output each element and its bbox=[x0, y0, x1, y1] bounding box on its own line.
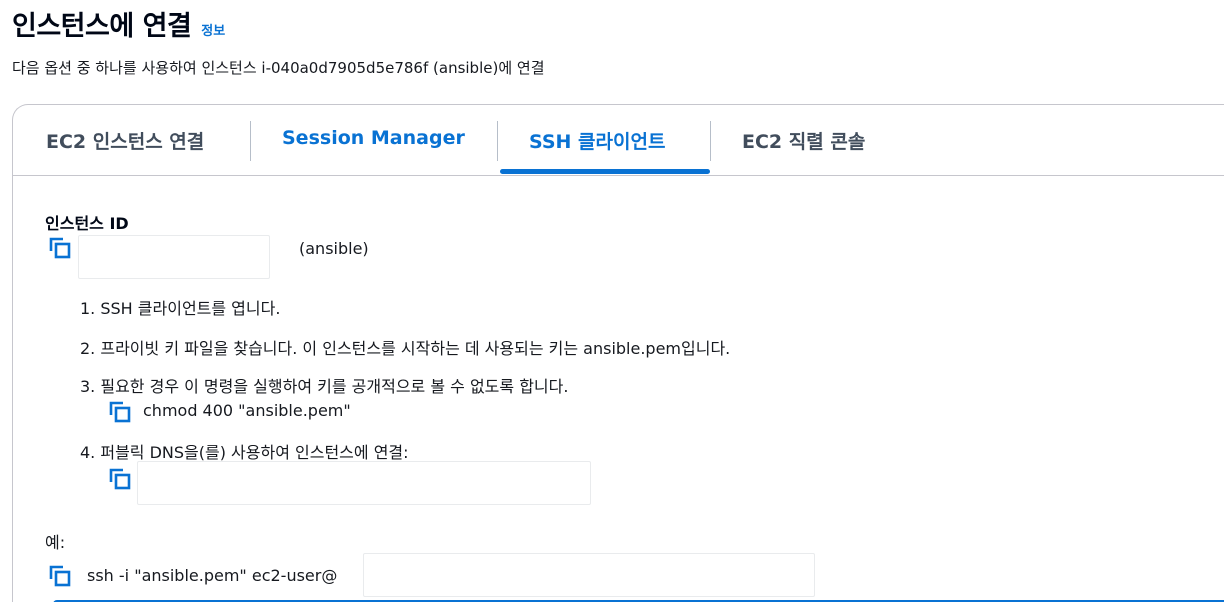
page-subtitle: 다음 옵션 중 하나를 사용하여 인스턴스 i-040a0d7905d5e786… bbox=[12, 59, 545, 77]
chmod-command: chmod 400 "ansible.pem" bbox=[143, 401, 351, 420]
page-title-row: 인스턴스에 연결 정보 bbox=[12, 4, 225, 43]
step-3: 3. 필요한 경우 이 명령을 실행하여 키를 공개적으로 볼 수 없도록 합니… bbox=[80, 377, 569, 396]
step-4: 4. 퍼블릭 DNS을(를) 사용하여 인스턴스에 연결: bbox=[80, 443, 409, 462]
step-2: 2. 프라이빗 키 파일을 찾습니다. 이 인스턴스를 시작하는 데 사용되는 … bbox=[80, 339, 731, 358]
instance-id-label: 인스턴스 ID bbox=[45, 214, 129, 233]
tab-bar: EC2 인스턴스 연결 Session Manager SSH 클라이언트 EC… bbox=[13, 105, 1224, 176]
tab-separator bbox=[497, 121, 498, 161]
public-dns-redacted bbox=[137, 461, 591, 505]
active-tab-indicator bbox=[500, 169, 710, 174]
tab-ec2-instance-connect[interactable]: EC2 인스턴스 연결 bbox=[46, 127, 204, 153]
example-ssh-command: ssh -i "ansible.pem" ec2-user@ bbox=[87, 566, 338, 585]
connect-instance-page: 인스턴스에 연결 정보 다음 옵션 중 하나를 사용하여 인스턴스 i-040a… bbox=[0, 0, 1224, 602]
tab-ec2-serial-console[interactable]: EC2 직렬 콘솔 bbox=[742, 127, 865, 153]
copy-icon[interactable] bbox=[49, 237, 71, 259]
instance-name-suffix: (ansible) bbox=[299, 239, 369, 258]
step-1: 1. SSH 클라이언트를 엽니다. bbox=[80, 299, 281, 318]
tab-separator bbox=[710, 121, 711, 161]
info-link[interactable]: 정보 bbox=[201, 20, 225, 39]
tab-ssh-client[interactable]: SSH 클라이언트 bbox=[529, 127, 665, 153]
copy-icon[interactable] bbox=[109, 468, 131, 490]
example-host-redacted bbox=[363, 553, 815, 597]
page-title: 인스턴스에 연결 bbox=[12, 11, 192, 42]
instance-id-value-redacted bbox=[78, 235, 270, 279]
tab-session-manager[interactable]: Session Manager bbox=[282, 127, 465, 153]
tab-separator bbox=[250, 121, 251, 161]
connect-options-panel: EC2 인스턴스 연결 Session Manager SSH 클라이언트 EC… bbox=[12, 104, 1224, 602]
copy-icon[interactable] bbox=[109, 401, 131, 423]
example-label: 예: bbox=[45, 533, 66, 552]
copy-icon[interactable] bbox=[49, 565, 71, 587]
